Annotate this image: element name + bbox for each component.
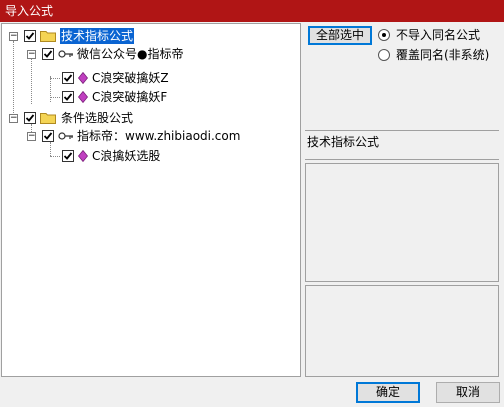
tree-line — [50, 78, 60, 79]
node-checkbox[interactable] — [42, 130, 54, 142]
formula-gem-icon — [78, 91, 88, 103]
check-icon — [43, 132, 53, 140]
tree-line — [50, 76, 51, 102]
tree-line — [13, 41, 14, 123]
formula-tree[interactable]: − 技术指标公式 − 微信公众号●指标帝 C浪突破擒妖Z C浪突破擒妖F − 条… — [1, 23, 301, 377]
select-all-button[interactable]: 全部选中 — [308, 26, 372, 45]
detail-panel — [305, 285, 499, 377]
node-checkbox[interactable] — [24, 30, 36, 42]
node-label: C浪擒妖选股 — [92, 149, 161, 163]
collapse-toggle[interactable]: − — [27, 132, 36, 141]
tree-line — [50, 97, 60, 98]
check-icon — [63, 93, 73, 101]
check-icon — [43, 50, 53, 58]
formula-gem-icon — [78, 72, 88, 84]
node-label: 指标帝：www.zhibiaodi.com — [77, 129, 241, 143]
check-icon — [63, 152, 73, 160]
description-panel — [305, 163, 499, 282]
ok-button[interactable]: 确定 — [356, 382, 420, 403]
cancel-button[interactable]: 取消 — [436, 382, 500, 403]
node-checkbox[interactable] — [62, 150, 74, 162]
tree-node-formula-z[interactable]: C浪突破擒妖Z — [62, 69, 170, 87]
radio-button[interactable] — [378, 48, 390, 61]
tree-line — [50, 156, 60, 157]
radio-overwrite[interactable]: 覆盖同名(非系统) — [378, 46, 489, 63]
check-icon — [63, 74, 73, 82]
formula-gem-icon — [78, 150, 88, 162]
title-bar: 导入公式 — [0, 0, 504, 22]
tree-node-wechat[interactable]: 微信公众号●指标帝 — [42, 45, 184, 63]
collapse-toggle[interactable]: − — [9, 114, 18, 123]
radio-button[interactable] — [378, 28, 390, 41]
radio-label: 不导入同名公式 — [396, 28, 481, 42]
tree-line — [31, 58, 32, 104]
node-label: C浪突破擒妖Z — [92, 71, 169, 85]
info-panel-label: 技术指标公式 — [307, 135, 380, 149]
node-checkbox[interactable] — [42, 48, 54, 60]
node-checkbox[interactable] — [24, 112, 36, 124]
collapse-toggle[interactable]: − — [27, 50, 36, 59]
check-icon — [25, 32, 35, 40]
radio-label: 覆盖同名(非系统) — [396, 48, 490, 62]
node-label: 微信公众号●指标帝 — [77, 47, 184, 61]
folder-icon — [40, 113, 56, 124]
collapse-toggle[interactable]: − — [9, 32, 18, 41]
node-checkbox[interactable] — [62, 91, 74, 103]
node-label: C浪突破擒妖F — [92, 90, 168, 104]
node-label: 技术指标公式 — [60, 28, 135, 44]
window-title: 导入公式 — [5, 4, 54, 18]
node-checkbox[interactable] — [62, 72, 74, 84]
check-icon — [25, 114, 35, 122]
node-label: 条件选股公式 — [61, 111, 134, 125]
tree-node-tech-formula[interactable]: 技术指标公式 — [24, 27, 135, 45]
tree-node-formula-f[interactable]: C浪突破擒妖F — [62, 88, 168, 106]
tree-node-stock-formula[interactable]: C浪擒妖选股 — [62, 147, 161, 165]
tree-node-stock-filter[interactable]: 条件选股公式 — [24, 109, 134, 127]
folder-icon — [40, 31, 56, 42]
tree-node-site[interactable]: 指标帝：www.zhibiaodi.com — [42, 127, 241, 145]
radio-no-import[interactable]: 不导入同名公式 — [378, 26, 480, 43]
key-icon — [58, 50, 73, 58]
key-icon — [58, 132, 73, 140]
info-panel-header: 技术指标公式 — [305, 130, 499, 160]
